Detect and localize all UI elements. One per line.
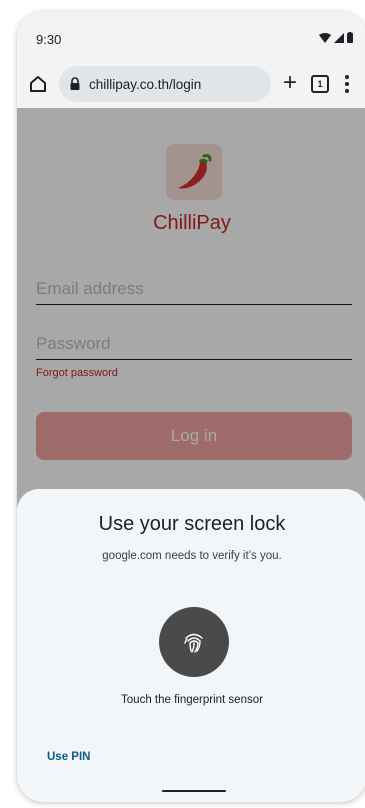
more-menu-icon[interactable] xyxy=(342,73,352,95)
gesture-navigation-bar[interactable] xyxy=(162,790,226,792)
status-icons xyxy=(319,32,353,43)
sheet-title: Use your screen lock xyxy=(98,513,286,535)
fingerprint-button[interactable] xyxy=(159,607,229,677)
status-time: 9:30 xyxy=(36,32,62,47)
battery-icon xyxy=(347,32,353,43)
use-pin-button[interactable]: Use PIN xyxy=(47,751,90,763)
fingerprint-prompt: Touch the fingerprint sensor xyxy=(121,694,263,706)
status-bar: 9:30 xyxy=(17,12,365,60)
browser-toolbar: chillipay.co.th/login + 1 xyxy=(17,60,365,108)
signal-icon xyxy=(334,32,344,43)
lock-icon xyxy=(70,77,80,90)
wifi-icon xyxy=(319,32,331,43)
address-bar[interactable]: chillipay.co.th/login xyxy=(59,66,271,102)
phone-screen: 9:30 chillipay.co.th/login + 1 ChilliPay… xyxy=(17,12,365,802)
new-tab-button[interactable]: + xyxy=(279,71,301,95)
tab-switcher-button[interactable]: 1 xyxy=(311,75,329,93)
sheet-subtitle: google.com needs to verify it’s you. xyxy=(102,550,282,562)
fingerprint-icon xyxy=(184,633,203,653)
home-icon[interactable] xyxy=(27,73,49,95)
url-text: chillipay.co.th/login xyxy=(89,76,202,92)
screen-lock-sheet: Use your screen lock google.com needs to… xyxy=(17,489,365,802)
browser-page: 9:30 chillipay.co.th/login + 1 ChilliPay… xyxy=(17,12,365,802)
